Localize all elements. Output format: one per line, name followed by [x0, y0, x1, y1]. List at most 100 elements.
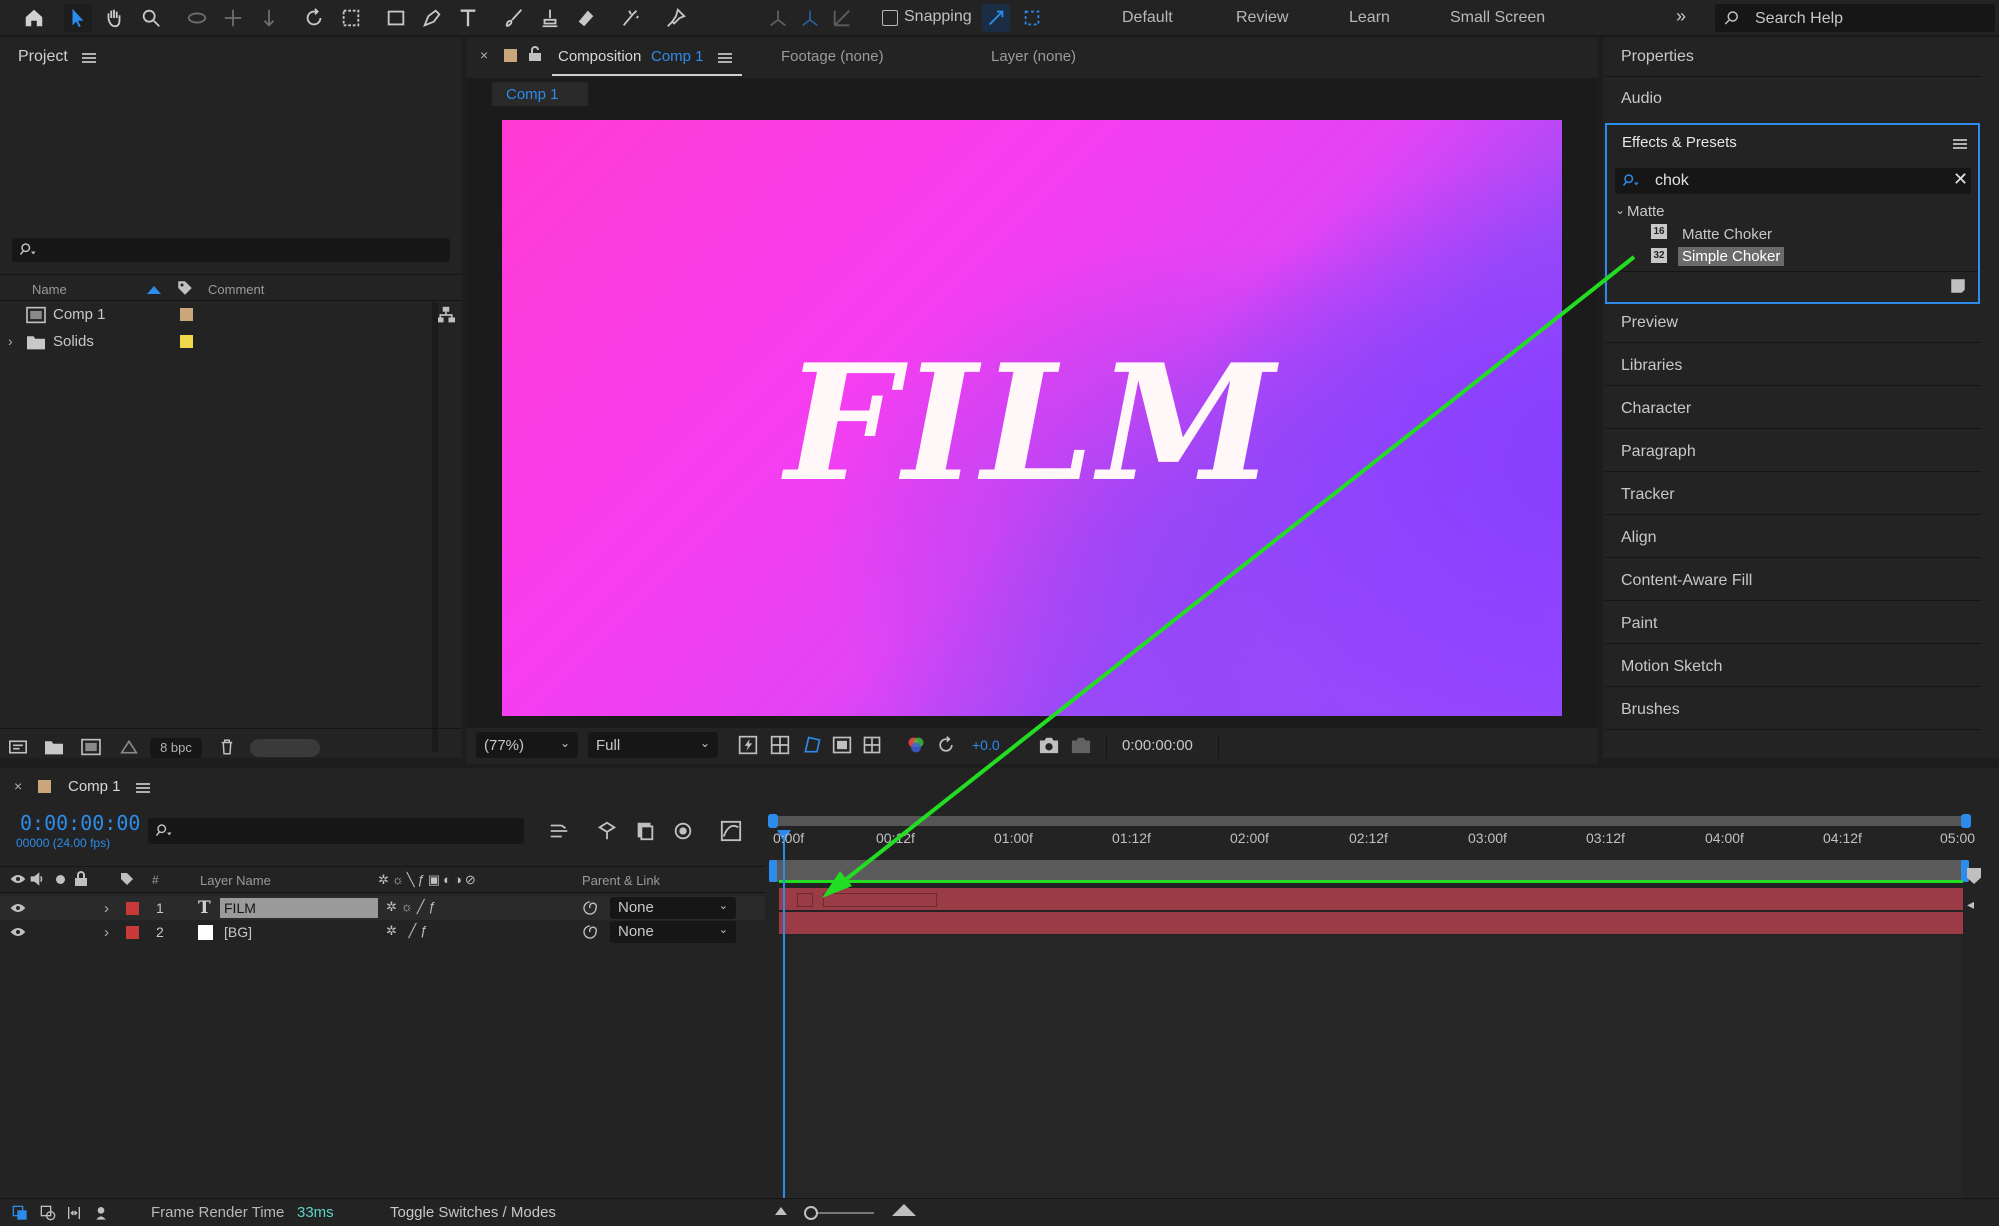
reset-exposure-icon[interactable]: [936, 735, 956, 755]
sort-ascending-icon[interactable]: [147, 286, 161, 294]
motion-blur-icon[interactable]: [672, 820, 694, 842]
close-tab-icon[interactable]: ×: [480, 47, 488, 63]
render-time-pane-icon[interactable]: [94, 1205, 112, 1221]
paint-panel-title[interactable]: Paint: [1621, 615, 1657, 633]
time-navigator-bar[interactable]: [771, 816, 1967, 826]
tracker-panel-title[interactable]: Tracker: [1621, 486, 1675, 504]
project-item-solids[interactable]: › Solids: [0, 329, 440, 355]
pan-camera-icon[interactable]: [219, 4, 247, 32]
effects-menu-icon[interactable]: [1953, 139, 1967, 149]
home-icon[interactable]: [20, 4, 48, 32]
toggle-switches-modes-button[interactable]: Toggle Switches / Modes: [390, 1204, 556, 1221]
current-time-display[interactable]: 0:00:00:00: [20, 811, 140, 835]
axis-local-icon[interactable]: [764, 4, 792, 32]
composition-tab-name[interactable]: Comp 1: [651, 48, 704, 65]
paragraph-panel-title[interactable]: Paragraph: [1621, 443, 1696, 461]
navigator-end-handle[interactable]: [1961, 814, 1971, 828]
layer-name-field[interactable]: FILM: [220, 898, 378, 918]
expand-layer-chevron-icon[interactable]: ›: [104, 924, 109, 941]
mask-visibility-icon[interactable]: [802, 735, 822, 755]
lock-icon[interactable]: [528, 46, 542, 62]
in-out-pane-icon[interactable]: [66, 1205, 82, 1221]
character-panel-title[interactable]: Character: [1621, 400, 1691, 418]
navigator-start-handle[interactable]: [768, 814, 778, 828]
type-tool-icon[interactable]: [454, 4, 482, 32]
layer-switches[interactable]: ✲☼╱ƒ: [386, 899, 440, 915]
pick-whip-icon[interactable]: [582, 924, 598, 940]
column-name-header[interactable]: Name: [32, 282, 67, 297]
snap-edges-icon[interactable]: [982, 4, 1010, 32]
footage-tab[interactable]: Footage (none): [781, 48, 884, 65]
content-aware-fill-panel-title[interactable]: Content-Aware Fill: [1621, 572, 1752, 590]
pen-tool-icon[interactable]: [418, 4, 446, 32]
parent-dropdown[interactable]: None ⌄: [610, 921, 736, 943]
visibility-eye-icon[interactable]: [10, 925, 26, 939]
canvas-text-layer[interactable]: FILM: [502, 120, 1562, 716]
viewer-timecode[interactable]: 0:00:00:00: [1122, 737, 1193, 754]
clone-stamp-icon[interactable]: [536, 4, 564, 32]
rotate-tool-icon[interactable]: [300, 4, 328, 32]
composition-mini-flowchart-icon[interactable]: [548, 820, 570, 842]
motion-sketch-panel-title[interactable]: Motion Sketch: [1621, 658, 1722, 676]
graph-editor-icon[interactable]: [720, 820, 742, 842]
workspace-learn[interactable]: Learn: [1349, 9, 1390, 27]
new-folder-icon[interactable]: [44, 738, 64, 756]
thumbnail-size-slider[interactable]: [250, 739, 320, 757]
new-composition-icon[interactable]: [80, 738, 102, 756]
transparency-grid-icon[interactable]: [770, 735, 790, 755]
new-preset-icon[interactable]: [1949, 277, 1967, 295]
timeline-comp-tab[interactable]: Comp 1: [68, 778, 121, 795]
roto-brush-icon[interactable]: [617, 4, 645, 32]
column-comment-header[interactable]: Comment: [208, 282, 264, 297]
preview-panel-title[interactable]: Preview: [1621, 314, 1678, 332]
effects-category-matte[interactable]: Matte: [1627, 203, 1665, 220]
timeline-zoom-thumb[interactable]: [804, 1206, 818, 1220]
work-area-start-handle[interactable]: [769, 860, 777, 882]
label-color-swatch[interactable]: [180, 335, 193, 348]
effect-simple-choker[interactable]: Simple Choker: [1678, 247, 1785, 266]
project-search-input[interactable]: [12, 238, 450, 262]
zoom-in-icon[interactable]: [892, 1204, 916, 1216]
visibility-eye-icon[interactable]: [10, 901, 26, 915]
workspace-review[interactable]: Review: [1236, 9, 1288, 27]
effects-search-input[interactable]: chok ✕: [1615, 168, 1971, 194]
breadcrumb-comp[interactable]: Comp 1: [492, 82, 588, 106]
flowchart-icon[interactable]: [436, 306, 456, 324]
bit-depth-button[interactable]: 8 bpc: [150, 738, 202, 758]
fast-previews-icon[interactable]: [738, 735, 758, 755]
composition-canvas[interactable]: FILM: [502, 120, 1562, 716]
project-scrollbar[interactable]: [432, 302, 438, 752]
snapping-checkbox[interactable]: [882, 10, 898, 26]
work-area-bar[interactable]: [771, 860, 1967, 882]
brushes-panel-title[interactable]: Brushes: [1621, 701, 1680, 719]
workspace-overflow-icon[interactable]: »: [1676, 6, 1686, 27]
adjust-settings-icon[interactable]: [118, 738, 140, 756]
workspace-small-screen[interactable]: Small Screen: [1450, 9, 1545, 27]
axis-view-icon[interactable]: [828, 4, 856, 32]
align-panel-title[interactable]: Align: [1621, 529, 1657, 547]
layer-switches-pane-icon[interactable]: [12, 1205, 28, 1221]
frame-blending-icon[interactable]: [634, 820, 656, 842]
label-tag-icon[interactable]: [176, 279, 194, 297]
expand-chevron-icon[interactable]: ›: [8, 333, 13, 349]
orbit-camera-icon[interactable]: [183, 4, 211, 32]
effects-panel-title[interactable]: Effects & Presets: [1622, 134, 1737, 151]
layer-tab[interactable]: Layer (none): [991, 48, 1076, 65]
expand-layer-chevron-icon[interactable]: ›: [104, 900, 109, 917]
rgb-channels-icon[interactable]: [906, 735, 926, 755]
audio-panel-title[interactable]: Audio: [1621, 90, 1662, 108]
category-collapse-icon[interactable]: ⌄: [1615, 203, 1625, 217]
composition-tab-menu-icon[interactable]: [718, 53, 732, 63]
properties-panel-title[interactable]: Properties: [1621, 48, 1694, 66]
close-timeline-tab-icon[interactable]: ×: [14, 778, 22, 794]
pan-behind-icon[interactable]: [337, 4, 365, 32]
axis-world-icon[interactable]: [796, 4, 824, 32]
timeline-layer-row-bg[interactable]: › 2 [BG] ✲ ╱ƒ None ⌄: [0, 920, 765, 944]
puppet-pin-icon[interactable]: [662, 4, 690, 32]
layer-name-field[interactable]: [BG]: [224, 924, 252, 940]
layer-bar-bg[interactable]: [779, 912, 1963, 934]
transfer-controls-pane-icon[interactable]: [40, 1205, 56, 1221]
project-item-comp[interactable]: Comp 1: [0, 302, 440, 328]
layer-bar-film[interactable]: [779, 888, 1963, 910]
parent-dropdown[interactable]: None ⌄: [610, 897, 736, 919]
